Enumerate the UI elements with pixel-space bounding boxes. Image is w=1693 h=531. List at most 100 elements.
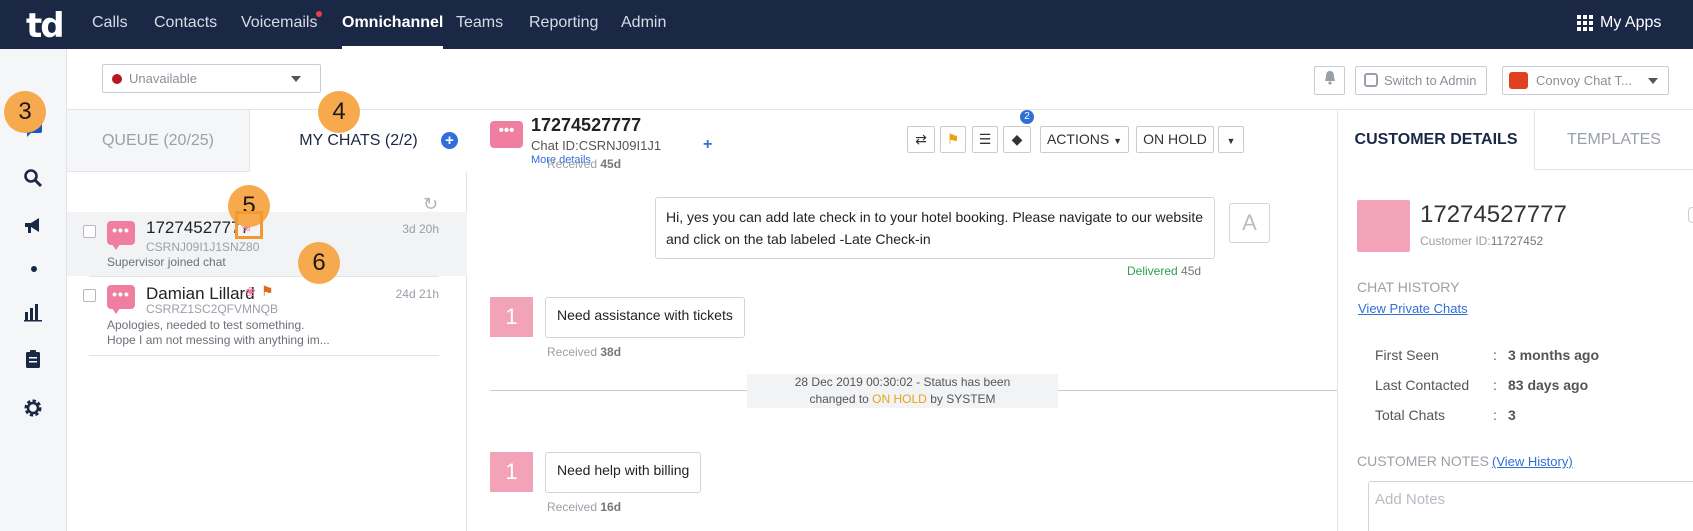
view-private-chats-link[interactable]: View Private Chats bbox=[1358, 301, 1468, 316]
convoy-logo-icon bbox=[1509, 72, 1528, 89]
outgoing-message: Hi, yes you can add late check in to you… bbox=[655, 197, 1215, 259]
panel-toggle-handle[interactable] bbox=[1688, 207, 1693, 223]
callout-marker-6: 6 bbox=[298, 242, 340, 284]
user-icon bbox=[1364, 73, 1378, 87]
tab-templates[interactable]: TEMPLATES bbox=[1535, 110, 1693, 170]
status-dot-icon bbox=[112, 74, 122, 84]
nav-teams[interactable]: Teams bbox=[456, 0, 503, 49]
app-selector-value: Convoy Chat T... bbox=[1536, 73, 1632, 88]
chat-list-item[interactable]: ••• Damian Lillard ❀ ⚑ CSRRZ1SC2QFVMNQB … bbox=[67, 277, 467, 355]
on-hold-label: ON HOLD bbox=[1143, 131, 1207, 147]
chat-time: 24d 21h bbox=[395, 287, 439, 301]
chat-id: CSRRZ1SC2QFVMNQB bbox=[146, 302, 279, 316]
chat-preview-line1: Apologies, needed to test something. bbox=[107, 318, 305, 332]
view-history-link[interactable]: (View History) bbox=[1492, 454, 1573, 469]
customer-avatar: 1 bbox=[490, 452, 533, 492]
customer-id: Customer ID:11727452 bbox=[1420, 234, 1544, 248]
my-apps-menu[interactable]: My Apps bbox=[1600, 0, 1661, 45]
chat-history-heading: CHAT HISTORY bbox=[1357, 279, 1460, 295]
customer-notes-heading: CUSTOMER NOTES bbox=[1357, 453, 1489, 469]
flag-icon: ⚑ bbox=[261, 283, 274, 299]
chevron-down-icon: ▼ bbox=[1226, 136, 1236, 146]
tag-count-badge: 2 bbox=[1020, 110, 1034, 124]
chat-list-item[interactable]: ••• 17274527777 ❀ CSRNJ09I1J1SNZ80 Super… bbox=[67, 212, 467, 276]
chat-id: CSRNJ09I1J1SNZ80 bbox=[146, 240, 260, 254]
tab-customer-details[interactable]: CUSTOMER DETAILS bbox=[1338, 110, 1535, 170]
delivered-status: Delivered 45d bbox=[1127, 264, 1202, 278]
nav-contacts[interactable]: Contacts bbox=[154, 0, 217, 49]
transfer-button[interactable]: ⇄ bbox=[907, 126, 935, 153]
transcript-button[interactable]: ☰ bbox=[972, 126, 998, 153]
notifications-button[interactable] bbox=[1314, 66, 1345, 95]
actions-button[interactable]: ACTIONS ▼ bbox=[1040, 126, 1129, 153]
supervisor-icon: ❀ bbox=[245, 284, 256, 299]
switch-to-admin-button[interactable]: Switch to Admin bbox=[1355, 66, 1487, 95]
gear-icon[interactable] bbox=[22, 398, 44, 420]
nav-calls[interactable]: Calls bbox=[92, 0, 128, 49]
chat-select-checkbox[interactable] bbox=[83, 289, 96, 302]
callout-marker-3: 3 bbox=[4, 91, 46, 133]
divider bbox=[89, 355, 439, 356]
customer-notes-input[interactable]: Add Notes bbox=[1368, 481, 1693, 531]
chat-preview-line2: Hope I am not messing with anything im..… bbox=[107, 333, 330, 347]
conversation-chat-id: Chat ID:CSRNJ09I1J1 bbox=[531, 138, 662, 153]
customer-number: 17274527777 bbox=[1420, 201, 1567, 228]
actions-label: ACTIONS bbox=[1046, 131, 1110, 147]
top-nav: td Calls Contacts Voicemails Omnichannel… bbox=[0, 0, 1693, 49]
dot-icon bbox=[31, 266, 37, 272]
received-label: Received 38d bbox=[547, 345, 622, 359]
chat-preview: Supervisor joined chat bbox=[107, 255, 226, 269]
nav-voicemails[interactable]: Voicemails bbox=[241, 0, 317, 49]
chevron-down-icon bbox=[1648, 78, 1658, 84]
switch-to-admin-label: Switch to Admin bbox=[1384, 73, 1477, 88]
chat-time: 3d 20h bbox=[402, 222, 439, 236]
outgoing-message-text: Hi, yes you can add late check in to you… bbox=[666, 209, 1203, 247]
add-chat-icon[interactable]: + bbox=[441, 132, 458, 149]
nav-reporting[interactable]: Reporting bbox=[529, 0, 598, 49]
callout-marker-4: 4 bbox=[318, 91, 360, 133]
agent-status-select[interactable]: Unavailable bbox=[102, 64, 321, 93]
chat-list-panel: QUEUE (20/25) MY CHATS (2/2) + ↻ ••• 172… bbox=[67, 110, 467, 531]
tag-button[interactable]: ◆ bbox=[1003, 126, 1031, 153]
conversation-panel: ••• 17274527777 Chat ID:CSRNJ09I1J1 More… bbox=[467, 110, 1338, 531]
nav-admin[interactable]: Admin bbox=[621, 0, 666, 49]
nav-omnichannel[interactable]: Omnichannel bbox=[342, 0, 444, 49]
app-logo[interactable]: td bbox=[26, 6, 65, 46]
first-seen-value: 3 months ago bbox=[1508, 347, 1600, 363]
chat-select-checkbox[interactable] bbox=[83, 225, 96, 238]
conversation-title: 17274527777 bbox=[531, 115, 642, 135]
app-selector[interactable]: Convoy Chat T... bbox=[1502, 66, 1669, 95]
last-contacted-label: Last Contacted bbox=[1375, 377, 1470, 393]
status-on-hold-button[interactable]: ON HOLD bbox=[1136, 126, 1214, 153]
customer-avatar: 1 bbox=[490, 297, 533, 337]
customer-details-panel: CUSTOMER DETAILS TEMPLATES 17274527777 C… bbox=[1338, 110, 1693, 531]
clipboard-icon[interactable] bbox=[22, 349, 44, 371]
voicemail-notification-dot bbox=[316, 11, 322, 17]
chat-bubble-icon: ••• bbox=[107, 285, 135, 314]
megaphone-icon[interactable] bbox=[22, 216, 44, 238]
chevron-down-icon bbox=[291, 76, 301, 82]
received-label-top: Received 45d bbox=[547, 157, 622, 171]
bell-icon bbox=[1324, 71, 1335, 85]
highlight-box bbox=[235, 211, 263, 239]
tab-queue[interactable]: QUEUE (20/25) bbox=[67, 110, 249, 172]
status-change-notice: 28 Dec 2019 00:30:02 - Status has been c… bbox=[747, 374, 1058, 408]
incoming-message: Need help with billing bbox=[545, 452, 702, 493]
status-dropdown-button[interactable]: ▼ bbox=[1218, 126, 1244, 153]
search-icon[interactable] bbox=[22, 168, 44, 190]
total-chats-label: Total Chats bbox=[1375, 407, 1446, 423]
agent-avatar: A bbox=[1229, 203, 1270, 243]
chat-contact-name: Damian Lillard bbox=[146, 284, 255, 303]
received-label: Received 16d bbox=[547, 500, 622, 514]
flag-button[interactable]: ⚑ bbox=[940, 126, 966, 153]
incoming-message: Need assistance with tickets bbox=[545, 297, 745, 338]
agent-status-value: Unavailable bbox=[129, 71, 197, 86]
total-chats-value: 3 bbox=[1508, 407, 1516, 423]
first-seen-label: First Seen bbox=[1375, 347, 1439, 363]
status-toolbar: Unavailable Switch to Admin Convoy Chat … bbox=[67, 49, 1693, 110]
apps-grid-icon[interactable] bbox=[1577, 15, 1593, 31]
last-contacted-value: 83 days ago bbox=[1508, 377, 1589, 393]
bar-chart-icon[interactable] bbox=[22, 302, 44, 324]
add-icon[interactable]: + bbox=[703, 136, 712, 154]
customer-avatar bbox=[1357, 200, 1410, 252]
